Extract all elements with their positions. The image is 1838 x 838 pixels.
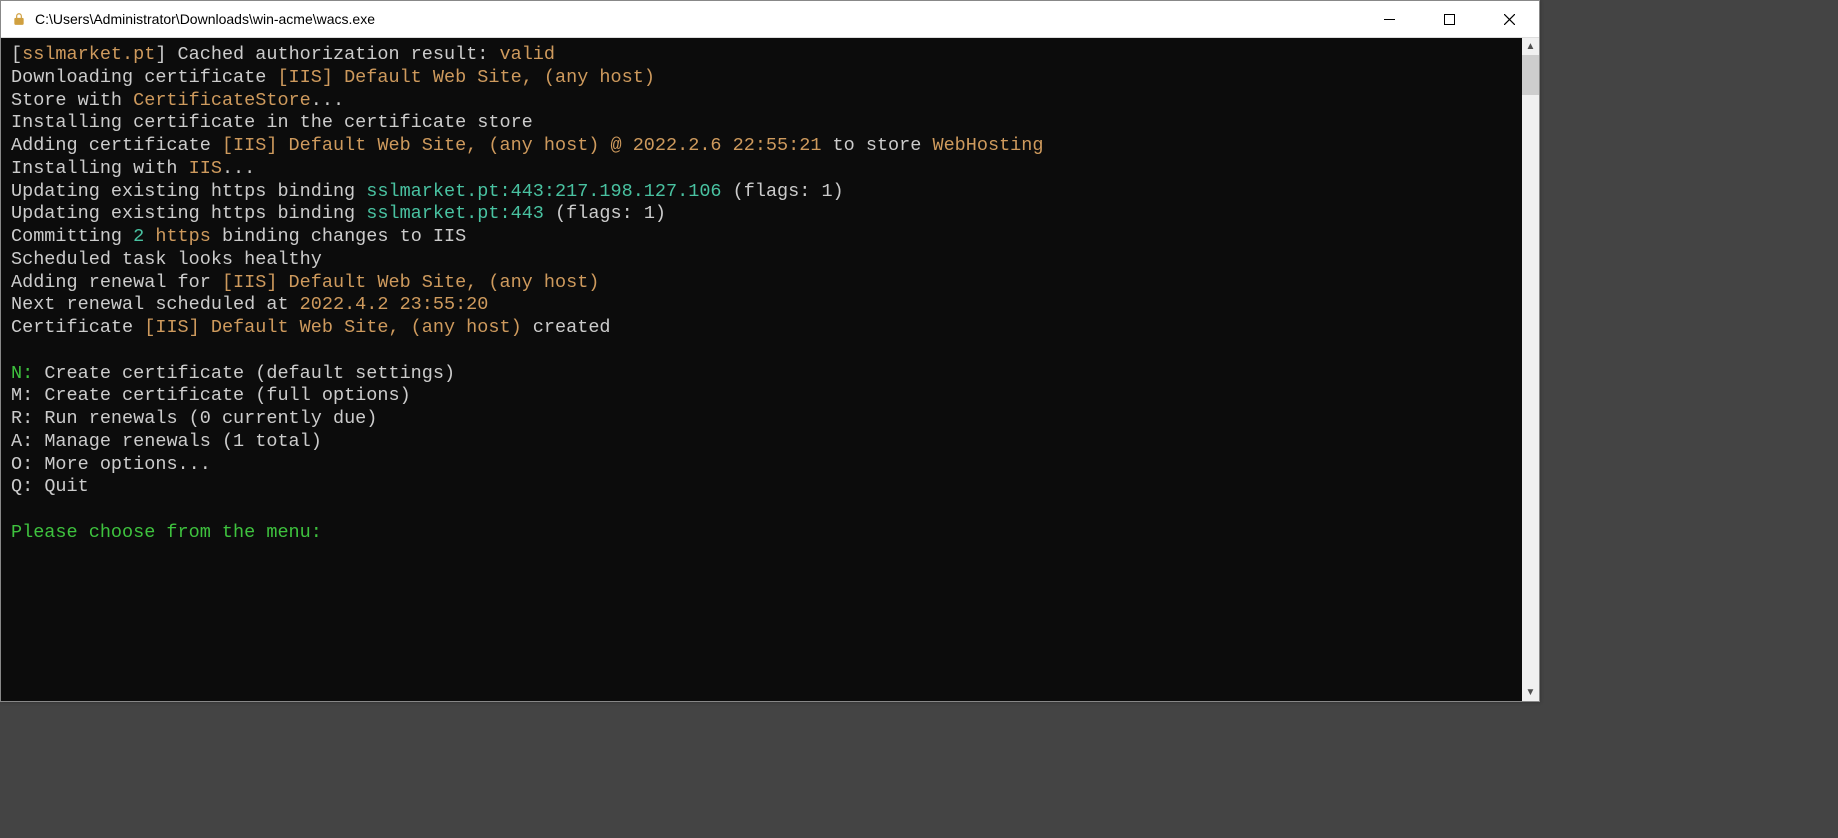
log-text: Scheduled task looks healthy	[11, 249, 322, 270]
log-binding: sslmarket.pt:443:217.198.127.106	[366, 181, 721, 202]
log-count: 2	[133, 226, 144, 247]
log-text: [	[11, 44, 22, 65]
minimize-button[interactable]	[1359, 1, 1419, 37]
log-valid: valid	[500, 44, 556, 65]
scroll-thumb[interactable]	[1522, 55, 1539, 95]
log-text: (flags: 1)	[722, 181, 844, 202]
menu-label[interactable]: Quit	[33, 476, 89, 497]
console-area: [sslmarket.pt] Cached authorization resu…	[1, 38, 1539, 701]
log-text: Installing certificate in the certificat…	[11, 112, 533, 133]
log-text: Committing	[11, 226, 133, 247]
log-text: (flags: 1)	[544, 203, 666, 224]
menu-key[interactable]: O:	[11, 454, 33, 475]
log-site-ts: [IIS] Default Web Site, (any host) @ 202…	[222, 135, 822, 156]
log-site: [IIS] Default Web Site, (any host)	[222, 272, 599, 293]
menu-label[interactable]: Create certificate (full options)	[33, 385, 410, 406]
scroll-track[interactable]	[1522, 55, 1539, 684]
menu-label[interactable]: Create certificate (default settings)	[33, 363, 455, 384]
log-text: Certificate	[11, 317, 144, 338]
log-text: ...	[222, 158, 255, 179]
window-title: C:\Users\Administrator\Downloads\win-acm…	[35, 11, 1359, 27]
titlebar[interactable]: C:\Users\Administrator\Downloads\win-acm…	[1, 1, 1539, 38]
log-store: CertificateStore	[133, 90, 311, 111]
menu-key[interactable]: R:	[11, 408, 33, 429]
log-domain: sslmarket.pt	[22, 44, 155, 65]
log-text: created	[522, 317, 611, 338]
log-text: Adding renewal for	[11, 272, 222, 293]
menu-key[interactable]: A:	[11, 431, 33, 452]
scroll-down-arrow[interactable]: ▼	[1522, 684, 1539, 701]
menu-label[interactable]: Run renewals (0 currently due)	[33, 408, 377, 429]
log-text: Updating existing https binding	[11, 181, 366, 202]
lock-icon	[11, 11, 27, 27]
menu-key[interactable]: Q:	[11, 476, 33, 497]
menu-key[interactable]: M:	[11, 385, 33, 406]
log-text	[144, 226, 155, 247]
log-site: [IIS] Default Web Site, (any host)	[144, 317, 521, 338]
vertical-scrollbar[interactable]: ▲ ▼	[1522, 38, 1539, 701]
log-text: ...	[311, 90, 344, 111]
log-text: Installing with	[11, 158, 189, 179]
menu-label[interactable]: Manage renewals (1 total)	[33, 431, 322, 452]
log-text: Updating existing https binding	[11, 203, 366, 224]
log-site: [IIS] Default Web Site, (any host)	[277, 67, 654, 88]
log-text: Next renewal scheduled at	[11, 294, 300, 315]
log-webhosting: WebHosting	[932, 135, 1043, 156]
console-output[interactable]: [sslmarket.pt] Cached authorization resu…	[1, 38, 1522, 701]
log-text: Downloading certificate	[11, 67, 277, 88]
log-https: https	[155, 226, 211, 247]
scroll-up-arrow[interactable]: ▲	[1522, 38, 1539, 55]
log-text: ] Cached authorization result:	[155, 44, 499, 65]
log-date: 2022.4.2 23:55:20	[300, 294, 489, 315]
window-controls	[1359, 1, 1539, 37]
maximize-button[interactable]	[1419, 1, 1479, 37]
log-binding: sslmarket.pt:443	[366, 203, 544, 224]
log-text: binding changes to IIS	[211, 226, 466, 247]
menu-key[interactable]: N:	[11, 363, 33, 384]
app-window: C:\Users\Administrator\Downloads\win-acm…	[0, 0, 1540, 702]
close-button[interactable]	[1479, 1, 1539, 37]
log-text: Adding certificate	[11, 135, 222, 156]
menu-prompt: Please choose from the menu:	[11, 522, 322, 543]
log-text: to store	[821, 135, 932, 156]
log-iis: IIS	[189, 158, 222, 179]
log-text: Store with	[11, 90, 133, 111]
menu-label[interactable]: More options...	[33, 454, 211, 475]
